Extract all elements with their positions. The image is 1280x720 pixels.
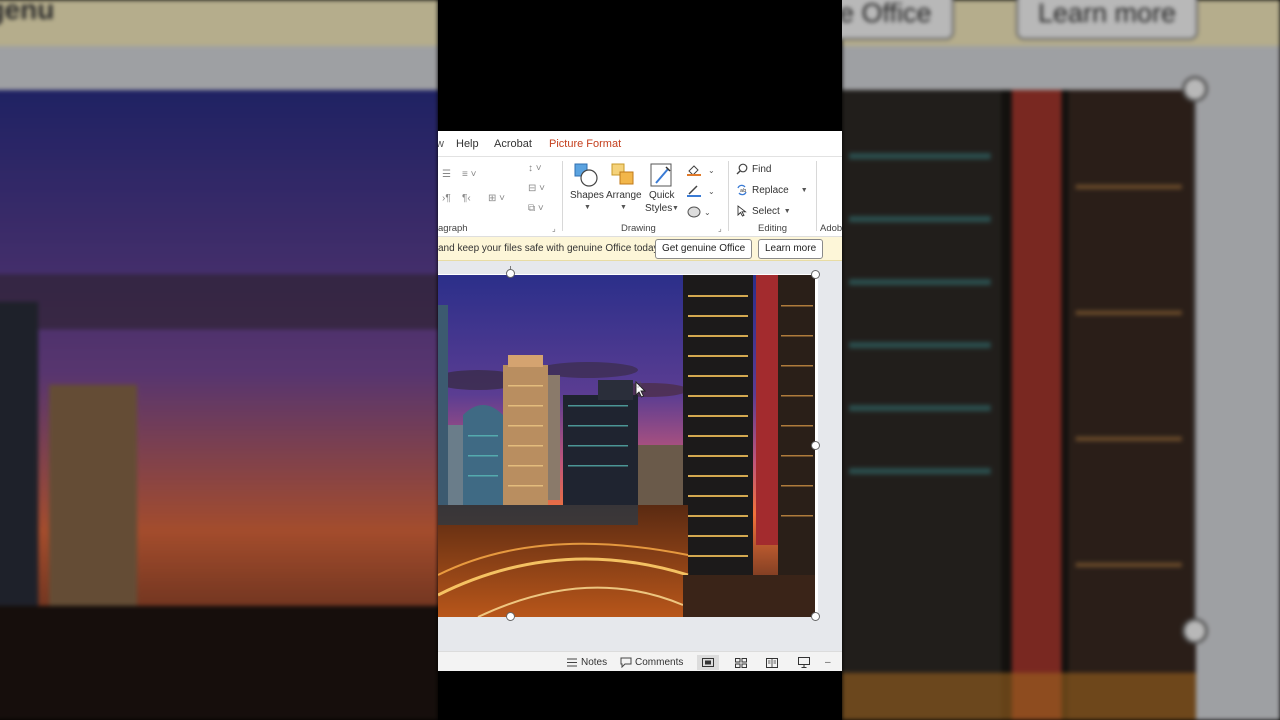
notes-label: Notes [581, 657, 608, 668]
resize-handle-right[interactable] [811, 441, 820, 450]
zoom-out-button[interactable]: – [825, 657, 831, 668]
comment-icon [620, 657, 632, 668]
rtl-icon[interactable]: ›¶ [442, 193, 451, 204]
arrange-button[interactable]: Arrange [606, 190, 642, 201]
resize-handle-bottom[interactable] [506, 612, 515, 621]
paragraph-group-label: agraph [438, 223, 468, 234]
tab-help[interactable]: Help [456, 138, 479, 150]
svg-text:⌄: ⌄ [708, 187, 715, 196]
mouse-cursor-icon [634, 380, 649, 404]
svg-text:⌄: ⌄ [704, 208, 711, 217]
backdrop-learn-more: Learn more [1016, 0, 1199, 40]
normal-view-icon [702, 658, 714, 667]
smartart-icon[interactable]: ⧉ ˅ [528, 203, 544, 214]
backdrop-right: ne Office Learn more [842, 0, 1280, 720]
backdrop-banner-text: nd keep your files safe with genu [0, 0, 55, 25]
shapes-button[interactable]: Shapes [570, 190, 604, 201]
slideshow-view-button[interactable] [793, 655, 815, 670]
notes-icon [567, 658, 577, 667]
find-label: Find [752, 163, 772, 175]
align-text-icon[interactable]: ⊟ ˅ [528, 183, 545, 194]
drawing-group-label: Drawing [621, 223, 656, 234]
indent-decrease-icon[interactable]: ☰ [442, 169, 451, 180]
learn-more-button[interactable]: Learn more [758, 239, 824, 259]
drawing-launcher-icon[interactable]: ⌟ [718, 224, 722, 233]
cursor-icon [737, 205, 747, 217]
book-icon [766, 657, 778, 668]
replace-label: Replace [752, 184, 789, 196]
editing-group-label: Editing [758, 223, 788, 234]
selected-picture[interactable] [438, 275, 815, 617]
status-bar: Notes Comments – [438, 651, 842, 671]
line-spacing-icon[interactable]: ≡ ˅ [462, 169, 476, 180]
backdrop-get-genuine-partial: ne Office [842, 0, 954, 40]
ribbon-tab-bar: w Help Acrobat Picture Format [438, 131, 842, 157]
normal-view-button[interactable] [697, 655, 719, 670]
slide-sorter-view-button[interactable] [730, 655, 752, 670]
adobe-group-label: Adob [820, 223, 842, 234]
shape-effects-icon[interactable]: ⌄ [686, 205, 716, 223]
shapes-chevron-down-icon[interactable]: ▼ [584, 204, 591, 211]
backdrop-left: nd keep your files safe with genu [0, 0, 438, 720]
svg-text:⌄: ⌄ [708, 166, 715, 175]
arrange-chevron-down-icon[interactable]: ▼ [620, 204, 627, 211]
get-genuine-office-button[interactable]: Get genuine Office [655, 239, 753, 259]
quick-styles-label-1[interactable]: Quick [649, 190, 675, 201]
tab-cutoff[interactable]: w [438, 138, 444, 150]
shapes-icon[interactable] [574, 163, 598, 192]
notice-text: and keep your files safe with genuine Of… [438, 243, 661, 254]
notes-button[interactable]: Notes [566, 657, 607, 668]
genuine-office-notice: and keep your files safe with genuine Of… [438, 237, 842, 261]
tab-picture-format[interactable]: Picture Format [549, 138, 621, 150]
comments-label: Comments [635, 657, 684, 668]
replace-button[interactable]: ab Replace ▼ [736, 184, 808, 196]
shape-outline-icon[interactable]: ⌄ [686, 184, 716, 202]
tab-acrobat[interactable]: Acrobat [494, 138, 532, 150]
find-button[interactable]: Find [736, 163, 771, 175]
ribbon: ☰ ≡ ˅ ›¶ ¶‹ ⊞ ˅ ↕ ˅ ⊟ ˅ ⧉ ˅ agraph ⌟ Sha… [438, 157, 842, 237]
arrange-icon[interactable] [611, 163, 635, 192]
comments-button[interactable]: Comments [620, 657, 683, 668]
reading-view-button[interactable] [761, 655, 783, 670]
search-icon [736, 163, 748, 175]
select-label: Select [752, 205, 780, 217]
ltr-icon[interactable]: ¶‹ [462, 193, 471, 204]
resize-handle-bottom-right[interactable] [811, 612, 820, 621]
svg-text:ab: ab [740, 188, 746, 194]
video-frame: nd keep your files safe with genu [0, 0, 1280, 720]
presentation-icon [798, 657, 810, 668]
grid-icon [735, 657, 747, 668]
rotation-handle[interactable] [506, 269, 515, 278]
replace-chevron-down-icon: ▼ [800, 186, 808, 194]
shape-fill-icon[interactable]: ⌄ [686, 163, 716, 181]
quick-styles-chevron-down-icon[interactable]: ▼ [672, 205, 679, 212]
replace-icon: ab [737, 184, 747, 196]
resize-handle-top-right[interactable] [811, 270, 820, 279]
paragraph-launcher-icon[interactable]: ⌟ [552, 224, 556, 233]
select-chevron-down-icon: ▼ [783, 207, 791, 215]
select-button[interactable]: Select ▼ [736, 205, 791, 217]
text-direction-icon[interactable]: ↕ ˅ [528, 163, 542, 174]
quick-styles-label-2[interactable]: Styles [645, 203, 672, 214]
columns-icon[interactable]: ⊞ ˅ [488, 193, 505, 204]
